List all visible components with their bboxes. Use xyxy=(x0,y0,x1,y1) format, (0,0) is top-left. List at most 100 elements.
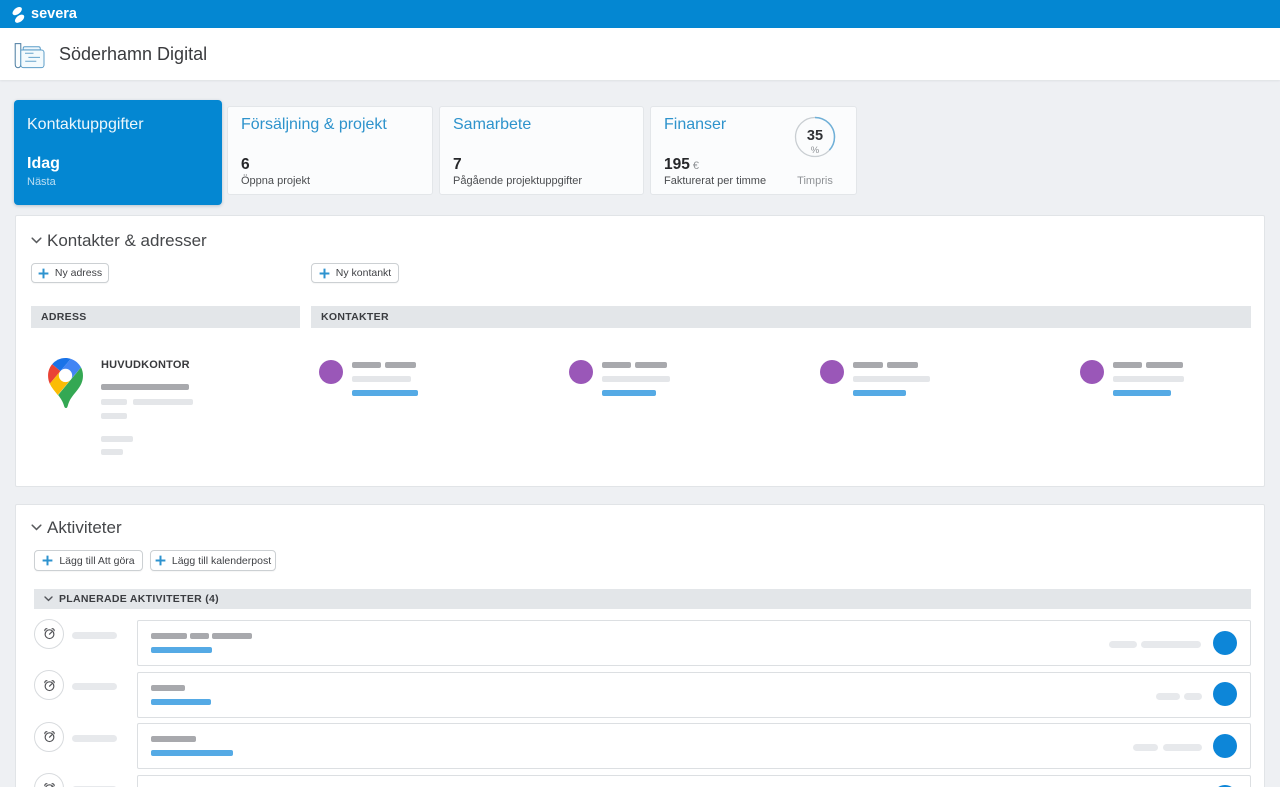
contacts-addresses-panel: Kontakter & adresser Ny adress Ny kontan… xyxy=(15,215,1265,487)
add-todo-button[interactable]: Lägg till Att göra xyxy=(34,550,143,571)
activity-link-bar xyxy=(151,647,212,653)
tab-today[interactable]: Idag xyxy=(27,155,60,173)
tab-forsaljning-projekt[interactable]: Försäljning & projekt 6 Öppna projekt xyxy=(227,106,433,195)
activity-assignee-avatar xyxy=(1213,733,1237,758)
column-header-adress: ADRESS xyxy=(31,306,300,328)
contact-name-bar xyxy=(352,362,381,368)
tab-label: Kontaktuppgifter xyxy=(27,115,144,133)
contact-info-bar xyxy=(352,376,411,382)
top-bar: severa xyxy=(0,0,1280,28)
contact-name-bar xyxy=(384,362,416,368)
activity-time-bar xyxy=(72,734,117,742)
activity-title-bar xyxy=(151,633,187,639)
tab-next[interactable]: Nästa xyxy=(27,176,56,188)
tab-kontaktuppgifter[interactable]: Kontaktuppgifter Idag Nästa xyxy=(14,100,222,205)
tab-samarbete[interactable]: Samarbete 7 Pågående projektuppgifter xyxy=(439,106,644,195)
collapse-chevron-icon[interactable] xyxy=(31,524,42,531)
contact-name-bar xyxy=(886,362,918,368)
tab-caption: Fakturerat per timme xyxy=(664,175,767,187)
plus-icon xyxy=(155,555,166,566)
activities-panel: Aktiviteter Lägg till Att göra Lägg till… xyxy=(15,504,1265,787)
contact-link-bar xyxy=(602,389,656,396)
collapse-chevron-icon xyxy=(44,596,53,602)
tab-finanser[interactable]: Finanser 195 € Fakturerat per timme 35 % … xyxy=(650,106,857,195)
activity-meta-bar xyxy=(1163,744,1202,751)
tab-label: Samarbete xyxy=(453,116,532,133)
ongoing-tasks-count: 7 xyxy=(453,156,462,173)
address-placeholder-bar xyxy=(101,413,127,419)
activity-title-bar xyxy=(190,633,209,639)
contact-info-bar xyxy=(1113,376,1184,382)
plus-icon xyxy=(42,555,53,566)
address-placeholder-bar xyxy=(101,449,123,455)
company-folder-icon xyxy=(14,43,45,69)
gauge-caption: Timpris xyxy=(797,175,833,187)
contact-name-bar xyxy=(1145,362,1183,368)
activity-type-icon xyxy=(34,773,64,787)
activity-meta-bar xyxy=(1184,692,1202,700)
activity-type-icon xyxy=(34,721,64,752)
activity-card[interactable] xyxy=(137,671,1251,718)
contact-link-bar xyxy=(1113,389,1171,396)
contact-link-bar xyxy=(352,389,418,396)
address-name[interactable]: HUVUDKONTOR xyxy=(101,359,190,371)
activity-meta-bar xyxy=(1141,641,1201,648)
contact-avatar xyxy=(820,359,844,384)
activity-card[interactable] xyxy=(137,723,1251,769)
activity-assignee-avatar xyxy=(1213,682,1237,706)
activity-type-icon xyxy=(34,618,64,649)
activity-meta-bar xyxy=(1133,744,1158,751)
contact-name-bar xyxy=(602,362,631,368)
activity-meta-bar xyxy=(1156,692,1180,700)
activity-title-bar xyxy=(212,633,252,639)
contact-avatar xyxy=(319,359,343,384)
contact-info-bar xyxy=(602,376,670,382)
column-header-kontakter: KONTAKTER xyxy=(311,306,1251,328)
address-placeholder-bar xyxy=(101,399,127,405)
alarm-clock-icon xyxy=(43,679,55,691)
activity-meta-bar xyxy=(1109,641,1137,648)
tab-caption: Öppna projekt xyxy=(241,175,311,187)
severa-logo-icon xyxy=(12,6,25,23)
gauge-value: 35 xyxy=(806,128,824,144)
address-placeholder-bar xyxy=(101,384,189,390)
contact-name-bar xyxy=(853,362,883,368)
activity-link-bar xyxy=(151,750,233,756)
add-calendar-entry-button[interactable]: Lägg till kalenderpost xyxy=(150,550,276,571)
billed-per-hour: 195 € xyxy=(664,156,699,173)
tab-caption: Pågående projektuppgifter xyxy=(453,175,583,187)
activity-title-bar xyxy=(151,736,196,742)
planned-activities-band[interactable]: PLANERADE AKTIVITETER (4) xyxy=(34,589,1251,609)
activity-time-bar xyxy=(72,631,117,639)
collapse-chevron-icon[interactable] xyxy=(31,237,42,244)
contacts-panel-heading[interactable]: Kontakter & adresser xyxy=(47,231,207,251)
contact-name-bar xyxy=(634,362,667,368)
alarm-clock-icon xyxy=(43,782,55,787)
activity-link-bar xyxy=(151,698,211,705)
alarm-clock-icon xyxy=(43,731,55,743)
gauge-unit: % xyxy=(810,145,820,156)
activity-type-icon xyxy=(34,670,64,700)
page-header: Söderhamn Digital xyxy=(0,28,1280,80)
contact-avatar xyxy=(1080,359,1104,384)
new-address-button[interactable]: Ny adress xyxy=(31,263,109,283)
severa-logo-text[interactable]: severa xyxy=(31,6,77,22)
plus-icon xyxy=(38,268,49,278)
contact-avatar xyxy=(569,359,593,384)
google-maps-pin-icon[interactable] xyxy=(48,358,83,408)
activities-panel-heading[interactable]: Aktiviteter xyxy=(47,518,122,538)
activity-card[interactable] xyxy=(137,774,1251,787)
activity-title-bar xyxy=(151,684,185,691)
new-contact-button[interactable]: Ny kontankt xyxy=(311,263,399,283)
activity-assignee-avatar xyxy=(1213,630,1237,655)
contact-info-bar xyxy=(853,376,930,382)
currency-unit: € xyxy=(692,160,699,172)
activity-card[interactable] xyxy=(137,620,1251,666)
contact-link-bar xyxy=(853,389,906,396)
tab-label: Finanser xyxy=(664,116,727,133)
planned-activities-label: PLANERADE AKTIVITETER (4) xyxy=(59,593,219,605)
plus-icon xyxy=(319,268,330,278)
contact-name-bar xyxy=(1113,362,1142,368)
open-projects-count: 6 xyxy=(241,156,250,173)
tab-label: Försäljning & projekt xyxy=(241,116,387,133)
